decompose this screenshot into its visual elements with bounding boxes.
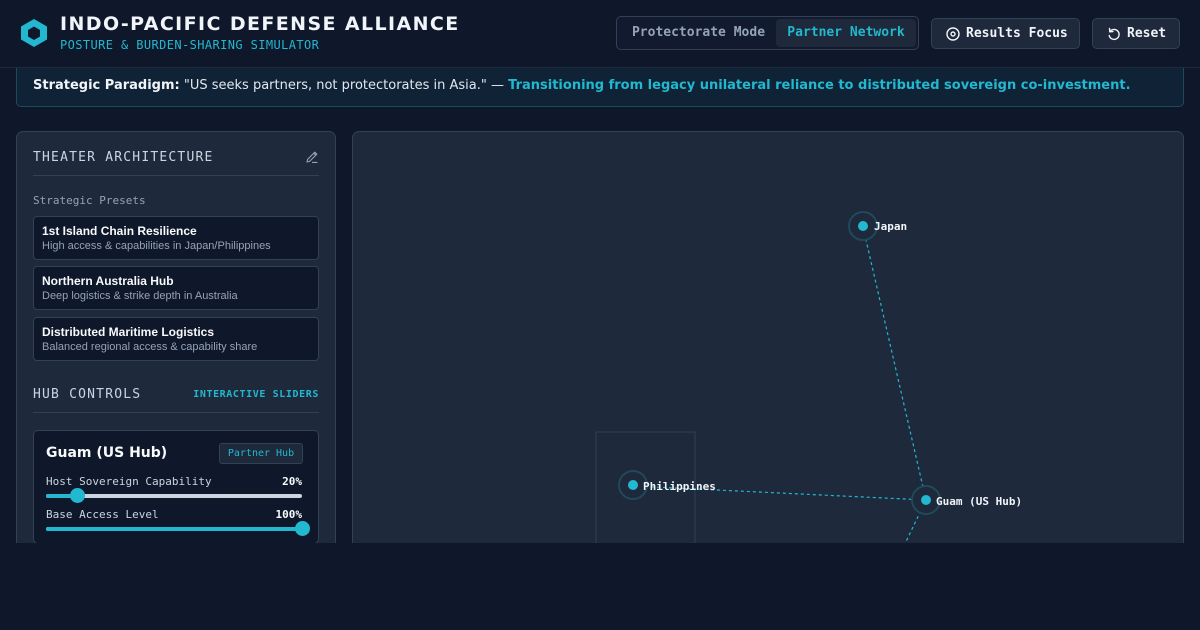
hexagon-logo-icon [21,19,47,47]
presets-label: Strategic Presets [33,194,146,207]
protectorate-mode-button[interactable]: Protectorate Mode [621,19,776,47]
base-access-slider[interactable] [46,521,310,536]
app-title: INDO-PACIFIC DEFENSE ALLIANCE [60,13,460,35]
strategic-paradigm-banner: Strategic Paradigm: "US seeks partners, … [16,68,1184,107]
reset-button[interactable]: Reset [1092,18,1180,49]
panel-title: THEATER ARCHITECTURE [33,150,214,165]
node-dot [921,495,931,505]
hub-name: Guam (US Hub) [46,445,168,461]
slider-label: Host Sovereign Capability [46,475,212,488]
page-bottom-background [0,543,1200,630]
preset-title: Distributed Maritime Logistics [42,325,215,339]
banner-highlight: Transitioning from legacy unilateral rel… [508,78,1131,93]
node-label: Philippines [643,480,716,493]
hub-card-guam: Guam (US Hub) Partner Hub Host Sovereign… [33,430,319,544]
results-focus-button[interactable]: Results Focus [931,18,1080,49]
preset-description: Deep logistics & strike depth in Austral… [42,290,238,302]
preset-distributed-logistics[interactable]: Distributed Maritime Logistics Balanced … [33,317,319,361]
divider [33,175,319,176]
slider-value: 100% [275,508,303,521]
slider-thumb[interactable] [295,521,310,536]
preset-description: High access & capabilities in Japan/Phil… [42,240,271,252]
reset-icon [1108,27,1120,41]
theater-map: Japan Philippines Guam (US Hub) [352,131,1184,551]
preset-description: Balanced regional access & capability sh… [42,341,258,353]
link-japan-guam [862,226,927,501]
target-icon [946,27,960,41]
preset-title: 1st Island Chain Resilience [42,224,197,238]
host-capability-slider[interactable] [46,488,302,503]
results-focus-label: Results Focus [966,26,1068,41]
hub-controls-title: HUB CONTROLS [33,387,142,402]
theater-architecture-panel: THEATER ARCHITECTURE Strategic Presets 1… [16,131,336,551]
map-canvas: Japan Philippines Guam (US Hub) [595,211,1022,550]
banner-lead: Strategic Paradigm: [33,78,180,93]
app-subtitle: POSTURE & BURDEN-SHARING SIMULATOR [60,38,320,52]
node-guam[interactable]: Guam (US Hub) [911,485,1022,515]
preset-title: Northern Australia Hub [42,274,174,288]
mode-toggle: Protectorate Mode Partner Network [616,16,919,50]
slider-value: 20% [282,475,302,488]
slider-thumb[interactable] [69,488,85,503]
slider-fill [46,527,302,531]
node-dot [628,480,638,490]
preset-northern-australia[interactable]: Northern Australia Hub Deep logistics & … [33,266,319,310]
slider-label: Base Access Level [46,508,159,521]
reset-label: Reset [1127,26,1167,41]
interactive-sliders-tag: INTERACTIVE SLIDERS [193,389,319,400]
node-dot [858,221,868,231]
node-philippines[interactable]: Philippines [618,470,716,500]
partner-network-button[interactable]: Partner Network [776,19,916,47]
hub-type-badge: Partner Hub [219,443,303,464]
divider [33,412,319,413]
node-label: Japan [874,220,907,233]
node-label: Guam (US Hub) [936,495,1022,508]
node-japan[interactable]: Japan [848,211,907,241]
banner-quote: "US seeks partners, not protectorates in… [183,78,504,93]
preset-island-chain[interactable]: 1st Island Chain Resilience High access … [33,216,319,260]
app-header: INDO-PACIFIC DEFENSE ALLIANCE POSTURE & … [0,0,1200,68]
pencil-icon[interactable] [305,150,319,164]
